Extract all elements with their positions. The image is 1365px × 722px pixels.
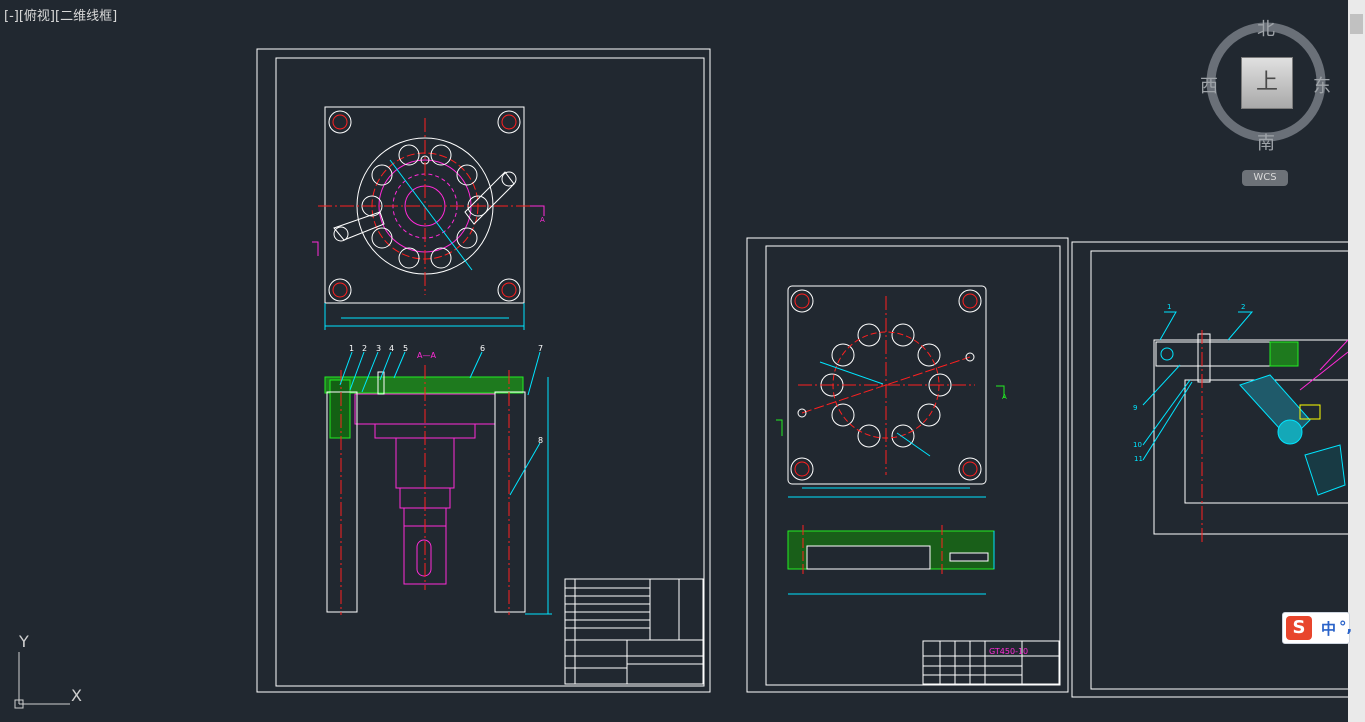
sheet-2-outer-border <box>746 237 1069 693</box>
sheet-1-section-view <box>324 351 552 615</box>
ucs-x-label: X <box>71 686 82 705</box>
sogou-logo-icon[interactable]: S <box>1286 616 1312 640</box>
vertical-scrollbar[interactable] <box>1348 0 1365 722</box>
balloon-6: 6 <box>480 344 485 353</box>
balloon-4: 4 <box>389 344 394 353</box>
sheet-2-inner-border <box>765 245 1061 686</box>
sheet-1 <box>256 48 711 693</box>
compass-north[interactable]: 北 <box>1257 15 1275 41</box>
sheet-1-view-marker: A <box>540 216 545 224</box>
sheet-3-balloon-10: 10 <box>1133 441 1142 449</box>
drawing-canvas[interactable]: A—A 1 2 3 4 5 6 7 8 A GT450-10 A 1 2 9 1… <box>0 0 1348 722</box>
sheet-3-balloon-11: 11 <box>1134 455 1143 463</box>
viewcube-top-face[interactable]: 上 <box>1241 57 1293 109</box>
ucs-icon <box>14 652 70 709</box>
compass-west[interactable]: 西 <box>1200 72 1218 98</box>
ime-punctuation-toggle[interactable]: °, <box>1339 618 1352 636</box>
balloon-5: 5 <box>403 344 408 353</box>
compass-south[interactable]: 南 <box>1257 129 1275 155</box>
sheet-2-section-view <box>787 525 995 595</box>
sheet-3-balloons: 1 2 9 10 11 <box>1133 303 1245 463</box>
balloon-8: 8 <box>538 436 543 445</box>
sheet-1-title-block <box>564 578 704 685</box>
sheet-3-balloon-9: 9 <box>1133 404 1137 412</box>
balloon-7: 7 <box>538 344 543 353</box>
wcs-menu-button[interactable]: WCS <box>1242 170 1288 186</box>
sheet-2 <box>746 237 1069 693</box>
compass-east[interactable]: 东 <box>1313 72 1331 98</box>
sheet-2-top-view <box>776 285 1005 498</box>
ucs-y-label: Y <box>19 632 29 651</box>
ime-toolbar[interactable]: S 中 °, <box>1282 612 1352 644</box>
sheet-3-balloon-2: 2 <box>1241 303 1245 311</box>
viewcube[interactable]: 北 南 东 西 上 WCS <box>1196 14 1336 194</box>
sheet-1-top-view <box>312 106 545 330</box>
sheet-3-balloon-1: 1 <box>1167 303 1171 311</box>
sheet-1-inner-border <box>275 57 705 687</box>
section-label: A—A <box>417 351 436 360</box>
balloon-3: 3 <box>376 344 381 353</box>
scrollbar-thumb[interactable] <box>1350 14 1363 34</box>
ime-language-toggle[interactable]: 中 <box>1321 618 1336 639</box>
sheet-2-title-code: GT450-10 <box>989 647 1028 656</box>
sheet-2-view-marker: A <box>1002 393 1007 401</box>
balloon-1: 1 <box>349 344 354 353</box>
balloon-2: 2 <box>362 344 367 353</box>
